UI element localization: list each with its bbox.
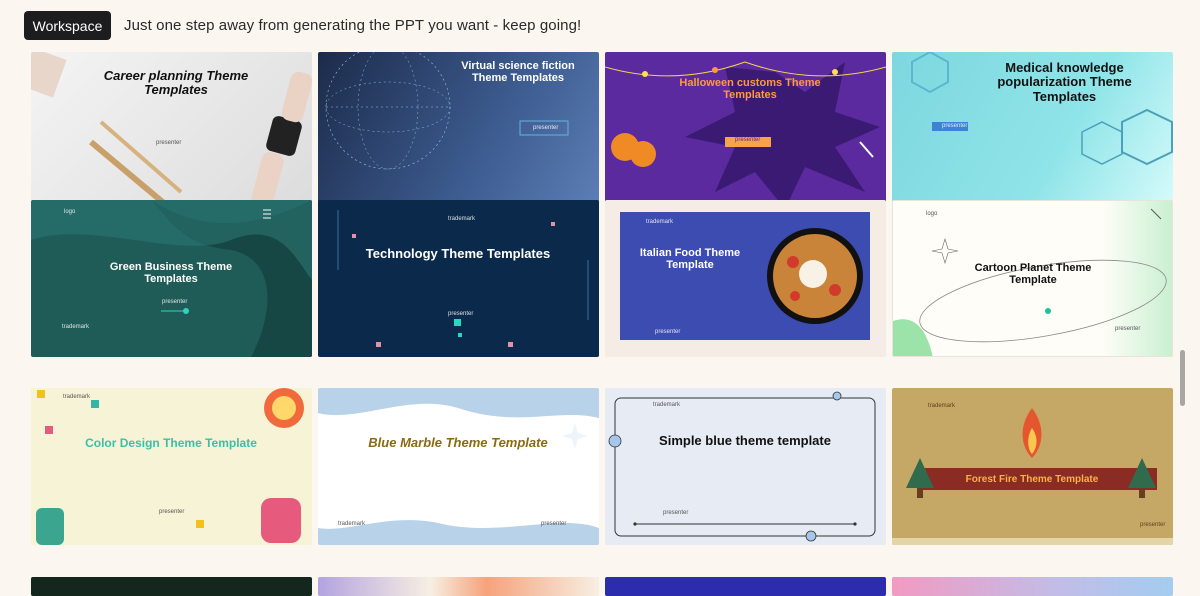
template-title: Career planning Theme Templates bbox=[103, 68, 249, 98]
template-trademark: trademark bbox=[63, 394, 91, 400]
top-bar: Workspace Just one step away from genera… bbox=[0, 0, 1200, 50]
template-presenter: presenter bbox=[735, 137, 761, 143]
template-presenter: presenter bbox=[448, 311, 474, 317]
template-presenter: presenter bbox=[156, 140, 182, 146]
template-card-partial-3[interactable] bbox=[605, 577, 886, 596]
simple-blue-decor bbox=[608, 391, 876, 542]
template-title: Blue Marble Theme Template bbox=[368, 435, 548, 450]
template-trademark: trademark bbox=[62, 324, 90, 330]
template-card-green-business[interactable]: logo Green Business Theme Templates pres… bbox=[31, 200, 312, 357]
template-card-simple-blue[interactable]: trademark Simple blue theme template pre… bbox=[605, 388, 886, 545]
template-presenter: presenter bbox=[663, 510, 689, 516]
template-title: Technology Theme Templates bbox=[365, 246, 551, 261]
template-title: Simple blue theme template bbox=[659, 433, 831, 448]
tech-decor bbox=[337, 210, 589, 347]
template-title: Halloween customs Theme Templates bbox=[679, 77, 821, 102]
template-presenter: presenter bbox=[1140, 522, 1166, 528]
scrollbar-track[interactable] bbox=[1182, 0, 1200, 596]
template-presenter: presenter bbox=[162, 299, 188, 305]
template-title: Italian Food Theme Template bbox=[639, 247, 741, 272]
template-trademark: trademark bbox=[448, 216, 476, 222]
template-card-halloween[interactable]: Halloween customs Theme Templates presen… bbox=[605, 52, 886, 209]
template-logo: logo bbox=[64, 209, 76, 215]
halloween-decor bbox=[605, 61, 886, 209]
workspace-button[interactable]: Workspace bbox=[24, 11, 111, 40]
scrollbar-thumb[interactable] bbox=[1180, 350, 1185, 406]
template-trademark: trademark bbox=[928, 403, 956, 409]
template-trademark: trademark bbox=[653, 402, 681, 408]
template-card-technology[interactable]: trademark Technology Theme Templates pre… bbox=[318, 200, 599, 357]
forest-decor bbox=[892, 408, 1173, 545]
template-card-partial-2[interactable] bbox=[318, 577, 599, 596]
template-card-color-design[interactable]: trademark Color Design Theme Template pr… bbox=[31, 388, 312, 545]
template-card-scifi[interactable]: Virtual science fiction Theme Templates … bbox=[318, 52, 599, 209]
template-title: Virtual science fiction Theme Templates bbox=[461, 60, 575, 85]
template-title: Forest Fire Theme Template bbox=[965, 474, 1099, 485]
template-title: Green Business Theme Templates bbox=[109, 261, 233, 286]
template-presenter: presenter bbox=[942, 123, 968, 129]
template-title: Cartoon Planet Theme Template bbox=[974, 262, 1092, 287]
template-presenter: presenter bbox=[533, 125, 559, 131]
template-presenter: presenter bbox=[655, 329, 681, 335]
template-title: Color Design Theme Template bbox=[85, 436, 257, 450]
template-presenter: presenter bbox=[159, 509, 185, 515]
template-card-career[interactable]: Career planning Theme Templates presente… bbox=[31, 52, 312, 209]
template-card-cartoon-planet[interactable]: logo Cartoon Planet Theme Template prese… bbox=[892, 200, 1173, 357]
hint-text: Just one step away from generating the P… bbox=[124, 17, 582, 34]
template-card-blue-marble[interactable]: Blue Marble Theme Template trademark pre… bbox=[318, 388, 599, 545]
template-presenter: presenter bbox=[541, 521, 567, 527]
template-card-partial-4[interactable] bbox=[892, 577, 1173, 596]
template-card-italian-food[interactable]: trademark Italian Food Theme Template pr… bbox=[605, 200, 886, 357]
template-title: Medical knowledge popularization Theme T… bbox=[997, 60, 1132, 104]
template-presenter: presenter bbox=[1115, 326, 1141, 332]
template-trademark: trademark bbox=[338, 521, 366, 527]
template-trademark: trademark bbox=[646, 219, 674, 225]
color-decor bbox=[36, 388, 304, 545]
template-card-medical[interactable]: Medical knowledge popularization Theme T… bbox=[892, 52, 1173, 209]
template-card-partial-1[interactable] bbox=[31, 577, 312, 596]
template-card-forest-fire[interactable]: trademark Forest Fire Theme Template pre… bbox=[892, 388, 1173, 545]
template-logo: logo bbox=[926, 211, 938, 217]
